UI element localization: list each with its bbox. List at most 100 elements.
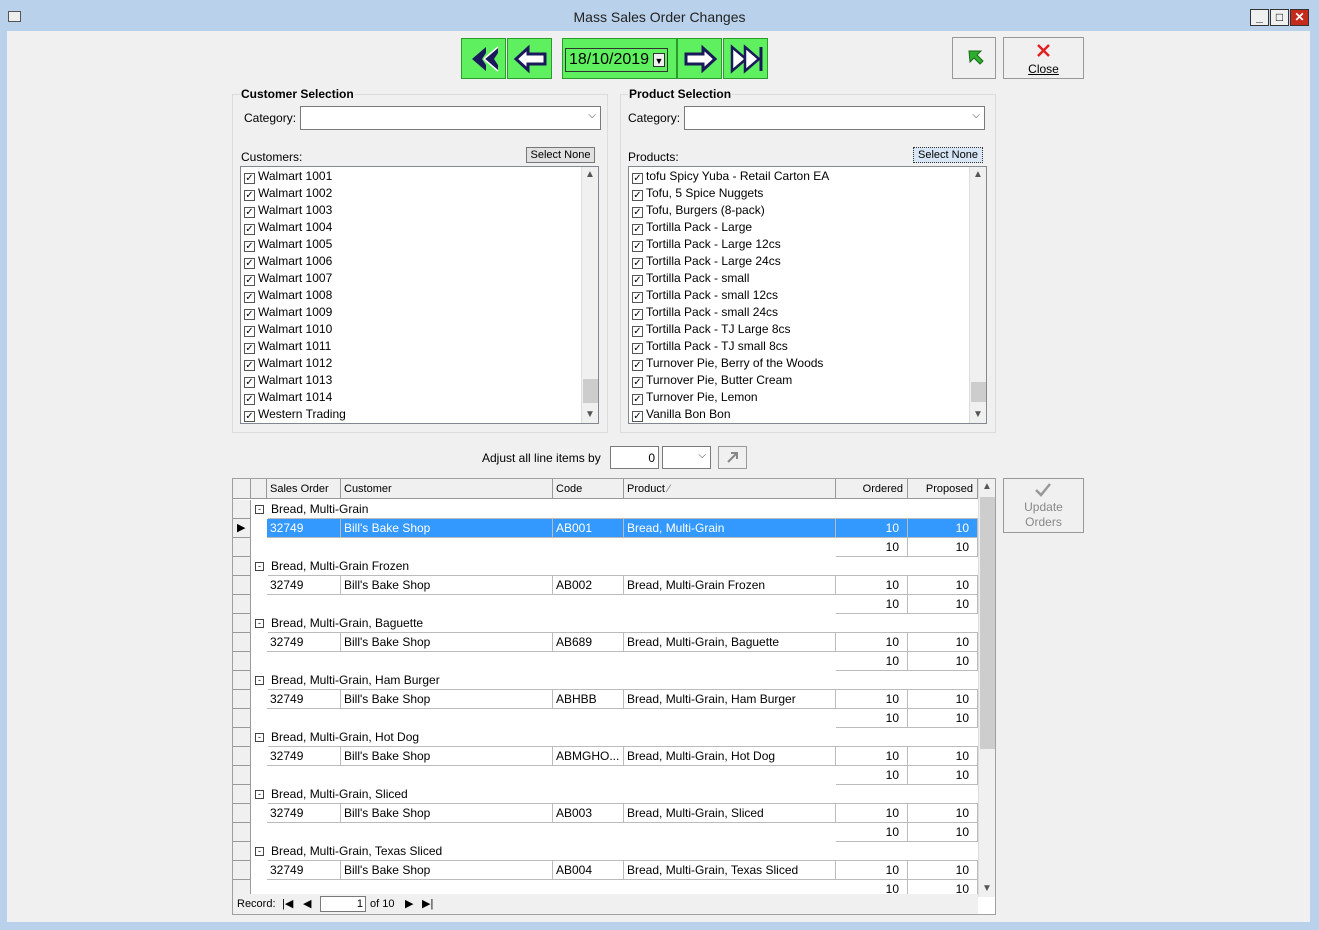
- cell-product[interactable]: Bread, Multi-Grain, Baguette: [624, 633, 836, 652]
- cell-customer[interactable]: Bill's Bake Shop: [341, 690, 553, 709]
- scroll-up-icon[interactable]: ▲: [979, 479, 995, 495]
- checkbox[interactable]: ✓: [244, 326, 255, 337]
- checkbox[interactable]: ✓: [632, 411, 643, 422]
- cell-code[interactable]: AB689: [553, 633, 624, 652]
- products-list[interactable]: ✓ tofu Spicy Yuba - Retail Carton EA ✓ Tofu…: [628, 166, 987, 424]
- cell-code[interactable]: AB001: [553, 519, 624, 538]
- cell-so[interactable]: 32749: [267, 576, 341, 595]
- list-item[interactable]: ✓ Tortilla Pack - Large 24cs: [632, 253, 781, 270]
- checkbox[interactable]: ✓: [632, 309, 643, 320]
- list-item[interactable]: ✓ Turnover Pie, Butter Cream: [632, 372, 792, 389]
- cell-customer[interactable]: Bill's Bake Shop: [341, 576, 553, 595]
- next-date-button[interactable]: [677, 38, 722, 79]
- close-button[interactable]: Close: [1003, 37, 1084, 79]
- list-item[interactable]: ✓ Western Trading: [244, 406, 346, 423]
- collapse-icon[interactable]: -: [255, 790, 264, 799]
- checkbox[interactable]: ✓: [632, 326, 643, 337]
- cell-code[interactable]: ABHBB: [553, 690, 624, 709]
- row-selector[interactable]: [233, 861, 251, 880]
- close-window-button[interactable]: ✕: [1290, 9, 1309, 26]
- checkbox[interactable]: ✓: [632, 394, 643, 405]
- list-item[interactable]: ✓ tofu Spicy Yuba - Retail Carton EA: [632, 168, 829, 185]
- cell-proposed[interactable]: 10: [908, 519, 978, 538]
- scroll-up-icon[interactable]: ▲: [970, 167, 986, 183]
- header-product[interactable]: Product ⁄: [624, 479, 836, 499]
- table-row[interactable]: 32749 Bill's Bake Shop AB689 Bread, Multi-G…: [233, 633, 978, 652]
- cell-so[interactable]: 32749: [267, 690, 341, 709]
- checkbox[interactable]: ✓: [632, 292, 643, 303]
- grid-scrollbar[interactable]: ▲ ▼: [978, 479, 995, 897]
- list-item[interactable]: ✓ Walmart 1006: [244, 253, 332, 270]
- cell-proposed[interactable]: 10: [908, 633, 978, 652]
- cell-product[interactable]: Bread, Multi-Grain, Texas Sliced: [624, 861, 836, 880]
- checkbox[interactable]: ✓: [244, 343, 255, 354]
- group-row[interactable]: - Bread, Multi-Grain Frozen: [233, 557, 978, 576]
- product-category-select[interactable]: ⌵: [684, 106, 985, 130]
- cell-product[interactable]: Bread, Multi-Grain, Hot Dog: [624, 747, 836, 766]
- checkbox[interactable]: ✓: [632, 241, 643, 252]
- row-selector[interactable]: [233, 804, 251, 823]
- list-item[interactable]: ✓ Walmart 1005: [244, 236, 332, 253]
- checkbox[interactable]: ✓: [244, 241, 255, 252]
- scroll-down-icon[interactable]: ▼: [970, 407, 986, 423]
- cell-ordered[interactable]: 10: [836, 861, 908, 880]
- previous-date-button[interactable]: [507, 38, 552, 79]
- list-item[interactable]: ✓ Walmart 1013: [244, 372, 332, 389]
- cell-proposed[interactable]: 10: [908, 747, 978, 766]
- adjust-unit-select[interactable]: ⌵: [662, 446, 711, 469]
- checkbox[interactable]: ✓: [244, 394, 255, 405]
- collapse-icon[interactable]: -: [255, 619, 264, 628]
- checkbox[interactable]: ✓: [632, 207, 643, 218]
- group-row[interactable]: - Bread, Multi-Grain: [233, 500, 978, 519]
- collapse-icon[interactable]: -: [255, 562, 264, 571]
- cell-code[interactable]: ABMGHO...: [553, 747, 624, 766]
- checkbox[interactable]: ✓: [244, 360, 255, 371]
- last-record-icon[interactable]: ▶|: [422, 897, 433, 910]
- last-date-button[interactable]: [723, 38, 768, 79]
- header-sales-order[interactable]: Sales Order: [267, 479, 341, 499]
- list-item[interactable]: ✓ Walmart 1007: [244, 270, 332, 287]
- cell-proposed[interactable]: 10: [908, 804, 978, 823]
- checkbox[interactable]: ✓: [244, 309, 255, 320]
- cell-customer[interactable]: Bill's Bake Shop: [341, 804, 553, 823]
- checkbox[interactable]: ✓: [632, 343, 643, 354]
- cell-ordered[interactable]: 10: [836, 576, 908, 595]
- checkbox[interactable]: ✓: [244, 207, 255, 218]
- table-row[interactable]: ▶ 32749 Bill's Bake Shop AB001 Bread, Multi-…: [233, 519, 978, 538]
- cell-customer[interactable]: Bill's Bake Shop: [341, 861, 553, 880]
- product-select-none-button[interactable]: Select None: [913, 147, 983, 163]
- list-item[interactable]: ✓ Walmart 1010: [244, 321, 332, 338]
- list-item[interactable]: ✓ Turnover Pie, Berry of the Woods: [632, 355, 823, 372]
- customer-category-select[interactable]: ⌵: [300, 106, 601, 130]
- collapse-icon[interactable]: -: [255, 676, 264, 685]
- group-row[interactable]: - Bread, Multi-Grain, Texas Sliced: [233, 842, 978, 861]
- list-item[interactable]: ✓ Walmart 1003: [244, 202, 332, 219]
- list-item[interactable]: ✓ Tortilla Pack - small 24cs: [632, 304, 778, 321]
- list-item[interactable]: ✓ Vanilla Bon Bon: [632, 406, 731, 423]
- prev-record-icon[interactable]: ◀: [303, 897, 311, 910]
- scroll-thumb[interactable]: [980, 497, 995, 749]
- list-item[interactable]: ✓ Walmart 1009: [244, 304, 332, 321]
- customers-scrollbar[interactable]: ▲ ▼: [581, 167, 598, 423]
- checkbox[interactable]: ✓: [244, 190, 255, 201]
- cell-ordered[interactable]: 10: [836, 747, 908, 766]
- list-item[interactable]: ✓ Walmart 1014: [244, 389, 332, 406]
- table-row[interactable]: 32749 Bill's Bake Shop ABMGHO... Bread, Mul…: [233, 747, 978, 766]
- update-orders-button[interactable]: Update Orders: [1003, 478, 1084, 533]
- first-date-button[interactable]: [461, 38, 506, 79]
- products-scrollbar[interactable]: ▲ ▼: [969, 167, 986, 423]
- checkbox[interactable]: ✓: [632, 224, 643, 235]
- first-record-icon[interactable]: |◀: [282, 897, 293, 910]
- cell-customer[interactable]: Bill's Bake Shop: [341, 633, 553, 652]
- checkbox[interactable]: ✓: [632, 360, 643, 371]
- list-item[interactable]: ✓ Walmart 1002: [244, 185, 332, 202]
- cell-so[interactable]: 32749: [267, 804, 341, 823]
- list-item[interactable]: ✓ Tortilla Pack - Large 12cs: [632, 236, 781, 253]
- list-item[interactable]: ✓ Tortilla Pack - Large: [632, 219, 752, 236]
- cell-code[interactable]: AB003: [553, 804, 624, 823]
- row-selector[interactable]: ▶: [233, 519, 251, 538]
- row-selector[interactable]: [233, 576, 251, 595]
- cell-ordered[interactable]: 10: [836, 690, 908, 709]
- checkbox[interactable]: ✓: [244, 173, 255, 184]
- record-number-input[interactable]: [320, 896, 366, 912]
